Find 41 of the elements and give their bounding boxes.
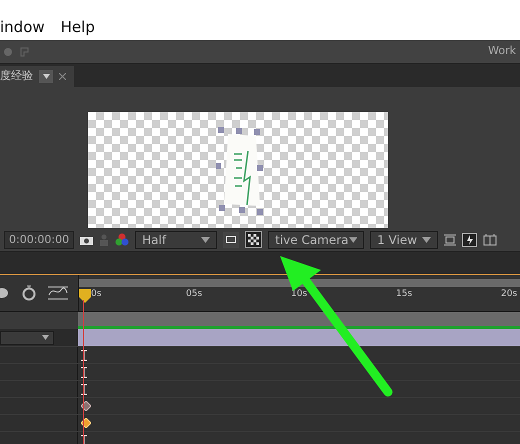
workspace-label[interactable]: Work	[488, 43, 516, 60]
timecode-field[interactable]: 0:00:00:00	[4, 230, 74, 248]
graph-icon[interactable]	[48, 286, 68, 300]
time-label: 20s	[501, 290, 518, 299]
menu-item[interactable]: indow	[0, 20, 45, 35]
tab-menu-button[interactable]	[39, 70, 53, 83]
mode-dropdown[interactable]	[0, 330, 54, 344]
time-label: 0s	[91, 290, 102, 299]
camera-dropdown[interactable]: tive Camera	[268, 230, 364, 248]
resolution-dropdown[interactable]: Half	[135, 230, 218, 248]
composition-tab[interactable]: 度经验	[0, 66, 74, 87]
keyframe-diamond-icon[interactable]	[81, 401, 91, 411]
camera-icon[interactable]	[80, 234, 94, 244]
eye-icon[interactable]	[0, 286, 10, 300]
tab-label: 度经验	[0, 68, 33, 84]
stopwatch-icon[interactable]	[22, 285, 36, 301]
menu-item[interactable]: Help	[60, 20, 95, 35]
close-icon[interactable]	[59, 73, 66, 80]
transparency-grid-button[interactable]	[245, 231, 262, 248]
time-navigator-bar[interactable]	[79, 279, 520, 287]
time-label: 05s	[186, 290, 202, 299]
caret-icon	[42, 335, 49, 340]
keyframe-bracket-icon[interactable]	[81, 366, 87, 378]
caret-icon	[422, 236, 432, 242]
keyframe-bracket-icon[interactable]	[81, 350, 87, 360]
views-dropdown[interactable]: 1 View	[370, 230, 438, 248]
keyframe-diamond-icon[interactable]	[81, 418, 91, 428]
keyframe-bracket-icon[interactable]	[81, 434, 87, 444]
caret-icon	[348, 236, 358, 242]
region-icon	[226, 236, 236, 243]
checkerboard-icon	[248, 234, 260, 245]
caret-icon	[201, 236, 210, 242]
fast-preview-icon[interactable]	[462, 232, 478, 246]
fit-icon[interactable]	[444, 234, 456, 246]
color-channels-icon[interactable]	[115, 233, 130, 246]
time-label: 15s	[396, 290, 412, 299]
keyframe-bracket-icon[interactable]	[81, 384, 87, 394]
time-label: 10s	[291, 290, 308, 299]
panel-icon[interactable]	[483, 234, 498, 246]
caret-icon	[42, 74, 50, 79]
region-button[interactable]	[223, 232, 240, 248]
